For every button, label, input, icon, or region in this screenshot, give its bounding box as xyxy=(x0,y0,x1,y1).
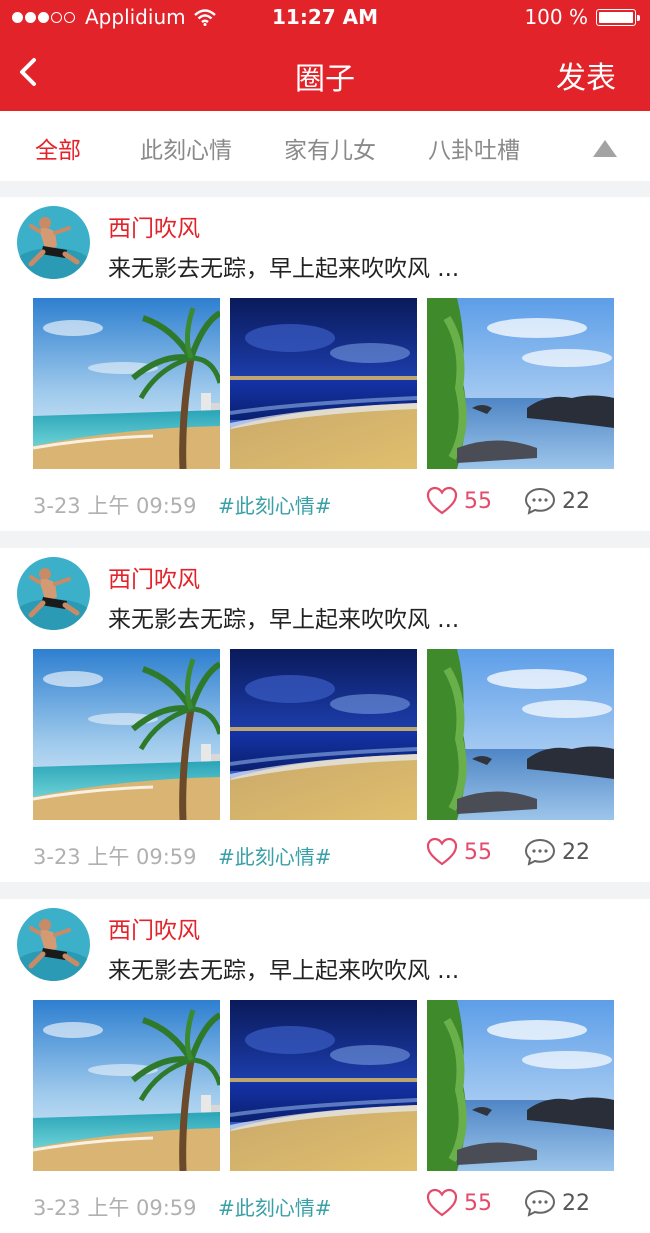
post-time: 3-23 上午 09:59 xyxy=(33,1196,197,1220)
comment-icon xyxy=(524,487,556,515)
comment-button[interactable]: 22 xyxy=(524,486,590,516)
heart-icon xyxy=(426,486,458,515)
like-count: 55 xyxy=(464,1190,492,1216)
like-button[interactable]: 55 xyxy=(426,1188,492,1218)
post-time: 3-23 上午 09:59 xyxy=(33,845,197,869)
comment-button[interactable]: 22 xyxy=(524,837,590,867)
post-photo-palm-beach[interactable] xyxy=(33,298,220,469)
post-content: 来无影去无踪，早上起来吹吹风 ... xyxy=(108,256,460,282)
post-content: 来无影去无踪，早上起来吹吹风 ... xyxy=(108,958,460,984)
like-count: 55 xyxy=(464,839,492,865)
comment-icon xyxy=(524,838,556,866)
battery-icon xyxy=(596,8,640,26)
tab-family[interactable]: 家有儿女 xyxy=(284,131,376,165)
comment-count: 22 xyxy=(562,1190,590,1216)
nav-bar: 圈子 发表 xyxy=(0,34,650,111)
post-photo-night-coast[interactable] xyxy=(230,1000,417,1171)
post-topic-tag[interactable]: #此刻心情# xyxy=(218,1192,332,1221)
post-photo-palm-beach[interactable] xyxy=(33,1000,220,1171)
post-username[interactable]: 西门吹风 xyxy=(108,911,200,945)
tab-gossip[interactable]: 八卦吐槽 xyxy=(428,131,520,165)
tab-mood[interactable]: 此刻心情 xyxy=(140,131,232,165)
avatar[interactable] xyxy=(17,557,90,630)
post-username[interactable]: 西门吹风 xyxy=(108,209,200,243)
post-photo-rocky-shore[interactable] xyxy=(427,649,614,820)
heart-icon xyxy=(426,1188,458,1217)
post-topic-tag[interactable]: #此刻心情# xyxy=(218,490,332,519)
app-header: Applidium 11:27 AM 100 % 圈子 发表 xyxy=(0,0,650,111)
comment-button[interactable]: 22 xyxy=(524,1188,590,1218)
like-button[interactable]: 55 xyxy=(426,486,492,516)
post-username[interactable]: 西门吹风 xyxy=(108,560,200,594)
comment-count: 22 xyxy=(562,839,590,865)
post-photo-night-coast[interactable] xyxy=(230,649,417,820)
expand-tabs-icon[interactable] xyxy=(593,140,617,157)
post-card[interactable]: 西门吹风 来无影去无踪，早上起来吹吹风 ... 3-23 上午 09:59 #此… xyxy=(0,899,650,1233)
avatar[interactable] xyxy=(17,908,90,981)
like-button[interactable]: 55 xyxy=(426,837,492,867)
page-title: 圈子 xyxy=(295,62,355,97)
post-photo-rocky-shore[interactable] xyxy=(427,298,614,469)
post-photo-palm-beach[interactable] xyxy=(33,649,220,820)
avatar[interactable] xyxy=(17,206,90,279)
post-card[interactable]: 西门吹风 来无影去无踪，早上起来吹吹风 ... 3-23 上午 09:59 #此… xyxy=(0,197,650,531)
category-tabs: 全部 此刻心情 家有儿女 八卦吐槽 xyxy=(0,111,650,181)
post-content: 来无影去无踪，早上起来吹吹风 ... xyxy=(108,607,460,633)
tab-all[interactable]: 全部 xyxy=(35,131,81,165)
post-card[interactable]: 西门吹风 来无影去无踪，早上起来吹吹风 ... 3-23 上午 09:59 #此… xyxy=(0,548,650,882)
post-photo-rocky-shore[interactable] xyxy=(427,1000,614,1171)
comment-icon xyxy=(524,1189,556,1217)
post-photo-night-coast[interactable] xyxy=(230,298,417,469)
post-time: 3-23 上午 09:59 xyxy=(33,494,197,518)
status-bar: Applidium 11:27 AM 100 % xyxy=(0,0,650,34)
post-topic-tag[interactable]: #此刻心情# xyxy=(218,841,332,870)
comment-count: 22 xyxy=(562,488,590,514)
publish-button[interactable]: 发表 xyxy=(556,53,616,97)
heart-icon xyxy=(426,837,458,866)
like-count: 55 xyxy=(464,488,492,514)
battery-percent: 100 % xyxy=(524,5,588,29)
